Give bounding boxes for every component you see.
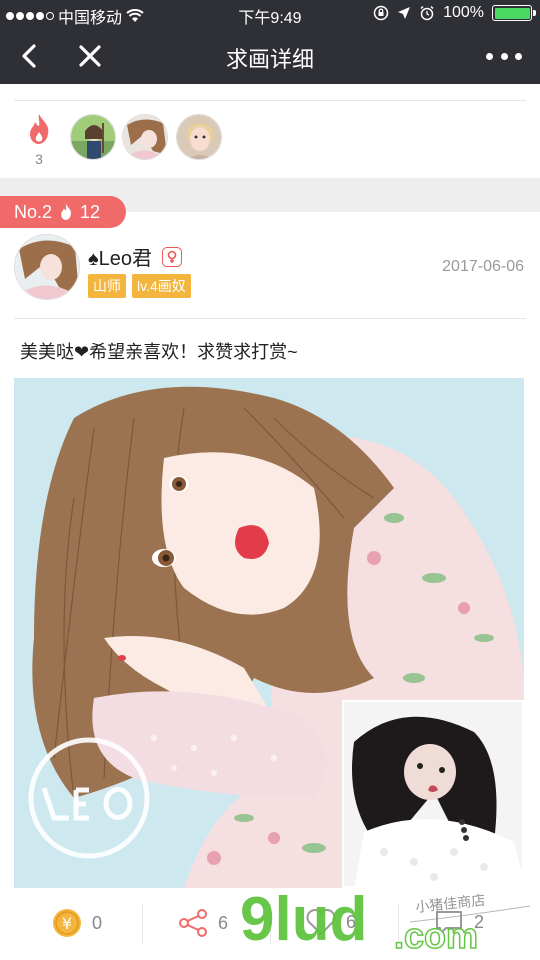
battery-icon xyxy=(492,5,536,21)
fire-count[interactable]: 3 xyxy=(24,112,54,167)
like-button[interactable]: 6 xyxy=(306,908,356,936)
rank-badge: No.2 12 xyxy=(0,196,126,228)
comment-button[interactable]: 2 xyxy=(434,908,484,936)
divider xyxy=(14,318,526,319)
share-count: 6 xyxy=(218,912,229,933)
tip-count: 0 xyxy=(92,912,103,933)
action-divider xyxy=(142,904,143,944)
liker-avatar-1[interactable] xyxy=(70,114,116,160)
rank-label: No.2 xyxy=(14,201,53,222)
alarm-icon xyxy=(420,5,434,21)
share-icon xyxy=(179,909,207,937)
battery-percent: 100% xyxy=(443,4,484,21)
more-options-button[interactable] xyxy=(486,38,522,74)
post-date: 2017-06-06 xyxy=(442,258,524,275)
liker-count: 3 xyxy=(35,151,43,167)
battery-fill xyxy=(494,7,530,19)
post-text: 美美哒❤希望亲喜欢！求赞求打赏~ xyxy=(20,342,298,362)
action-divider xyxy=(398,904,399,944)
coin-icon: ¥ xyxy=(53,909,81,937)
share-button[interactable]: 6 xyxy=(178,908,228,938)
fire-icon xyxy=(61,204,72,220)
location-arrow-icon xyxy=(398,7,411,19)
author-name-row: ♠Leo君 xyxy=(88,242,182,271)
female-gender-icon xyxy=(162,246,182,267)
level-tag: lv.4画奴 xyxy=(132,274,191,298)
nav-bar: 求画详细 xyxy=(0,28,540,84)
status-bar: 中国移动 下午9:49 100% xyxy=(0,0,540,28)
action-bar: ¥ 0 6 6 2 xyxy=(0,892,540,960)
author-name[interactable]: ♠Leo君 xyxy=(88,242,152,271)
divider xyxy=(14,100,526,101)
tip-button[interactable]: ¥ 0 xyxy=(52,908,102,938)
rotation-lock-icon xyxy=(373,5,389,21)
svg-text:¥: ¥ xyxy=(62,914,72,933)
status-right: 100% xyxy=(373,4,536,22)
liker-avatar-3[interactable] xyxy=(176,114,222,160)
reference-photo-image xyxy=(344,702,522,886)
comment-icon xyxy=(436,911,462,935)
author-tags: 山师 lv.4画奴 xyxy=(88,274,191,298)
heart-icon xyxy=(306,909,336,936)
page-title: 求画详细 xyxy=(225,47,314,72)
likers-row: 3 xyxy=(0,108,540,168)
school-tag: 山师 xyxy=(88,274,126,298)
liker-avatar-2[interactable] xyxy=(122,114,168,160)
comment-count: 2 xyxy=(474,911,485,932)
fire-icon xyxy=(30,114,49,144)
author-avatar[interactable] xyxy=(14,234,80,300)
reference-photo[interactable] xyxy=(342,700,524,888)
like-count: 6 xyxy=(346,911,357,932)
action-divider xyxy=(270,904,271,944)
rank-fire-count: 12 xyxy=(80,201,101,222)
